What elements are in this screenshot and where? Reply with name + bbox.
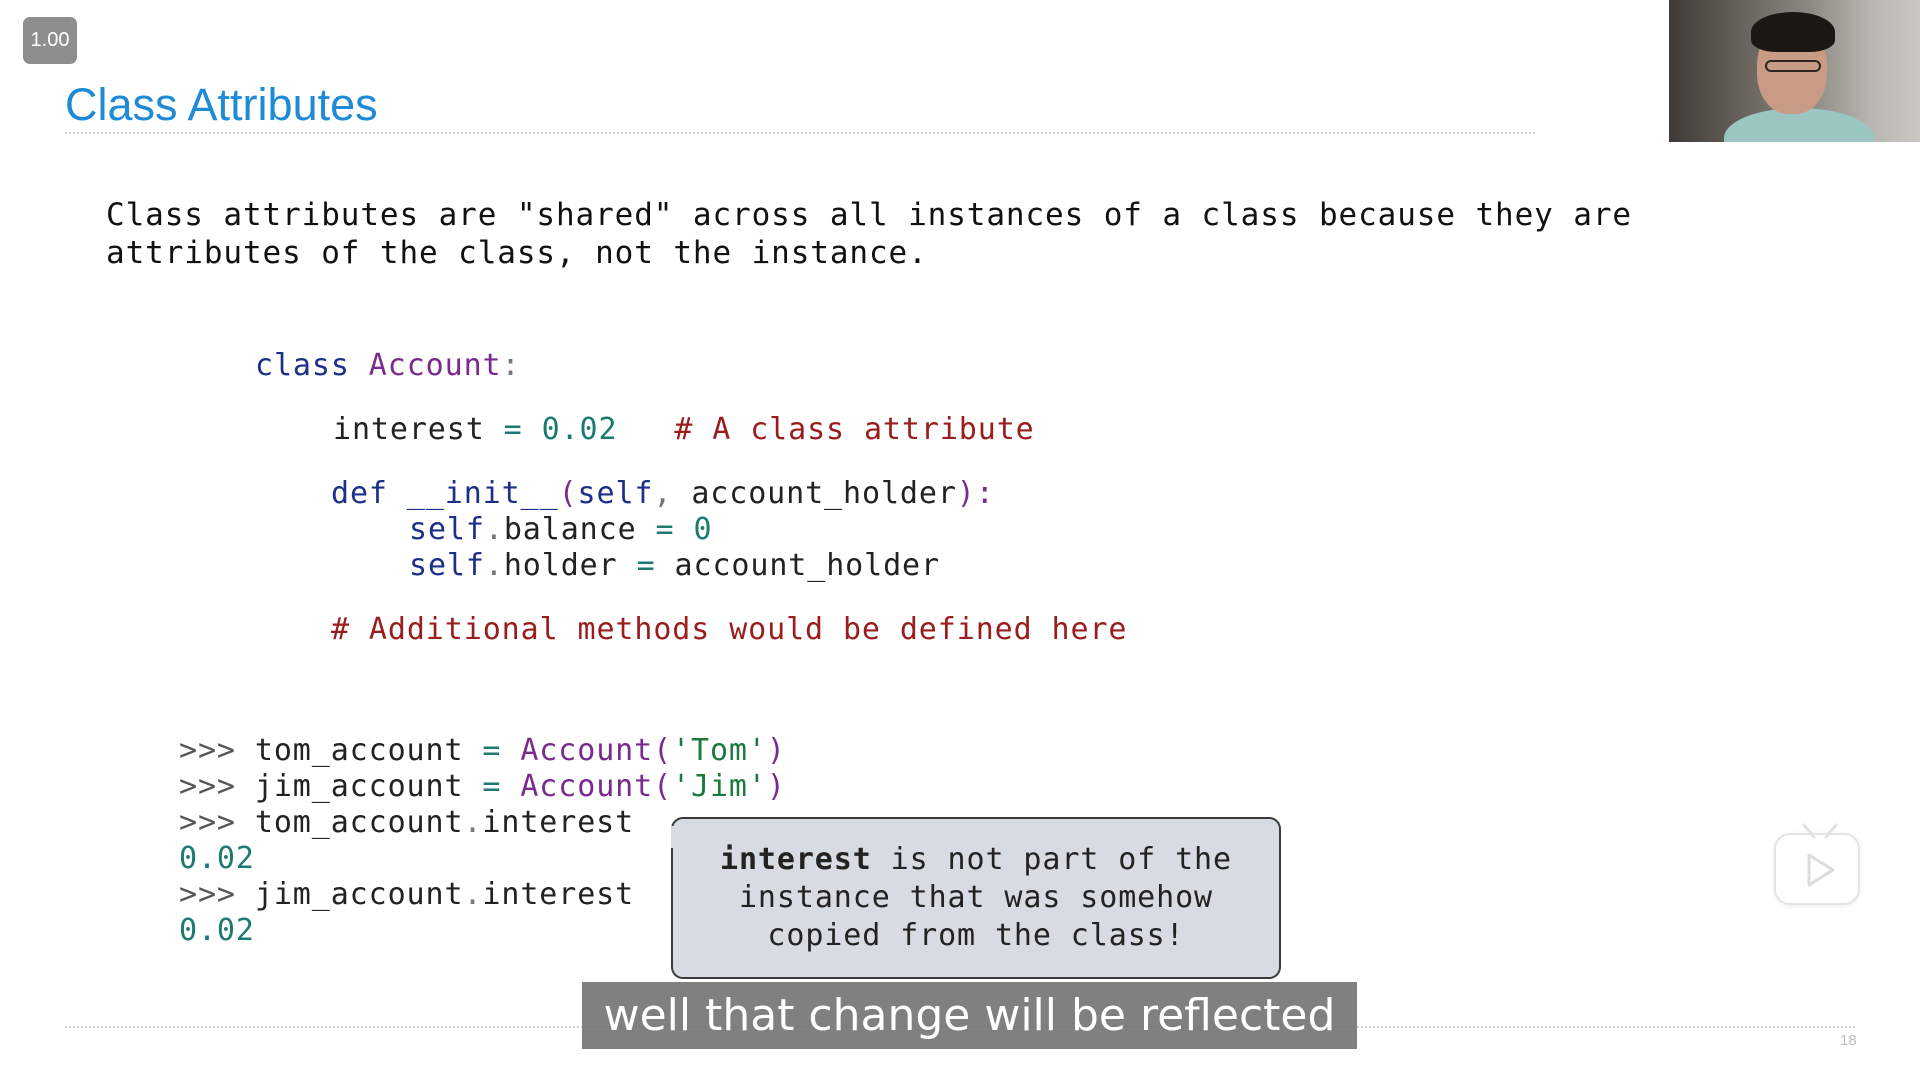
code-identifier: account_holder <box>691 476 957 511</box>
repl-punct: ( <box>653 769 673 804</box>
repl-identifier: jim_account <box>254 769 464 804</box>
play-icon <box>1807 853 1835 887</box>
code-self: self <box>409 548 485 583</box>
code-function-name: __init__ <box>406 476 559 511</box>
code-interest-line: interest = 0.02 # A class attribute <box>333 412 1035 448</box>
code-identifier: interest <box>333 412 485 447</box>
repl-operator: = <box>482 733 502 768</box>
code-holder-line: self.holder = account_holder <box>409 548 940 584</box>
code-identifier: holder <box>503 548 618 583</box>
repl-operator: = <box>482 769 502 804</box>
code-def-line: def __init__(self, account_holder): <box>331 476 995 512</box>
repl-punct: . <box>463 877 483 912</box>
repl-line-1: >>> tom_account = Account('Tom') <box>179 733 786 769</box>
repl-prompt: >>> <box>179 805 236 840</box>
subtitle-caption: well that change will be reflected <box>582 982 1357 1049</box>
play-button[interactable] <box>1774 823 1860 905</box>
code-class-name: Account <box>368 348 502 383</box>
repl-string: 'Jim' <box>672 769 767 804</box>
repl-punct: . <box>463 805 483 840</box>
code-operator: = <box>655 512 675 547</box>
callout-seam <box>671 826 675 848</box>
repl-identifier: interest <box>482 805 635 840</box>
repl-prompt: >>> <box>179 769 236 804</box>
repl-class-name: Account <box>520 769 654 804</box>
callout-bold-term: interest <box>720 842 872 877</box>
repl-punct: ) <box>766 733 786 768</box>
repl-identifier: tom_account <box>254 733 464 768</box>
callout-line-3: copied from the class! <box>767 918 1185 953</box>
callout-line-1: interest is not part of the <box>720 841 1232 879</box>
repl-string: 'Tom' <box>672 733 767 768</box>
repl-identifier: tom_account <box>254 805 464 840</box>
repl-class-name: Account <box>520 733 654 768</box>
slide-intro-text: Class attributes are "shared" across all… <box>106 196 1632 272</box>
repl-identifier: interest <box>482 877 635 912</box>
slide-title: Class Attributes <box>65 79 378 130</box>
code-punct: ): <box>956 476 995 511</box>
code-balance-line: self.balance = 0 <box>409 512 712 548</box>
repl-line-2: >>> jim_account = Account('Jim') <box>179 769 786 805</box>
code-self: self <box>577 476 654 511</box>
repl-punct: ( <box>653 733 673 768</box>
code-operator: = <box>503 412 523 447</box>
playback-speed-badge[interactable]: 1.00 <box>23 17 77 64</box>
code-identifier: balance <box>503 512 637 547</box>
code-methods-comment: # Additional methods would be defined he… <box>331 612 1127 648</box>
title-divider <box>65 132 1535 134</box>
repl-line-3: >>> tom_account.interest <box>179 805 634 841</box>
repl-punct: ) <box>766 769 786 804</box>
callout-line-1-rest: is not part of the <box>871 842 1232 877</box>
repl-output-1: 0.02 <box>179 841 255 876</box>
repl-prompt: >>> <box>179 733 236 768</box>
code-identifier: account_holder <box>674 548 940 583</box>
intro-line-2: attributes of the class, not the instanc… <box>106 235 928 271</box>
code-operator: = <box>636 548 656 583</box>
code-punct: . <box>484 548 504 583</box>
page-number: 18 <box>1840 1032 1857 1049</box>
callout-bubble: interest is not part of the instance tha… <box>671 817 1281 979</box>
code-comment: # Additional methods would be defined he… <box>331 612 1128 647</box>
repl-line-4: >>> jim_account.interest <box>179 877 634 913</box>
presenter-webcam <box>1669 0 1920 142</box>
repl-prompt: >>> <box>179 877 236 912</box>
code-number: 0 <box>693 512 713 547</box>
code-comment: # A class attribute <box>674 412 1035 447</box>
code-number: 0.02 <box>541 412 618 447</box>
code-keyword: class <box>255 348 350 383</box>
code-punct: ( <box>558 476 578 511</box>
code-punct: : <box>501 348 521 383</box>
tv-antenna-icon <box>1802 823 1838 839</box>
code-keyword: def <box>331 476 388 511</box>
callout-line-2: instance that was somehow <box>738 880 1214 915</box>
code-class-line: class Account: <box>255 348 520 384</box>
code-punct: , <box>653 476 673 511</box>
repl-identifier: jim_account <box>254 877 464 912</box>
code-punct: . <box>484 512 504 547</box>
code-self: self <box>409 512 485 547</box>
intro-line-1: Class attributes are "shared" across all… <box>106 197 1632 233</box>
repl-output-2: 0.02 <box>179 913 255 948</box>
